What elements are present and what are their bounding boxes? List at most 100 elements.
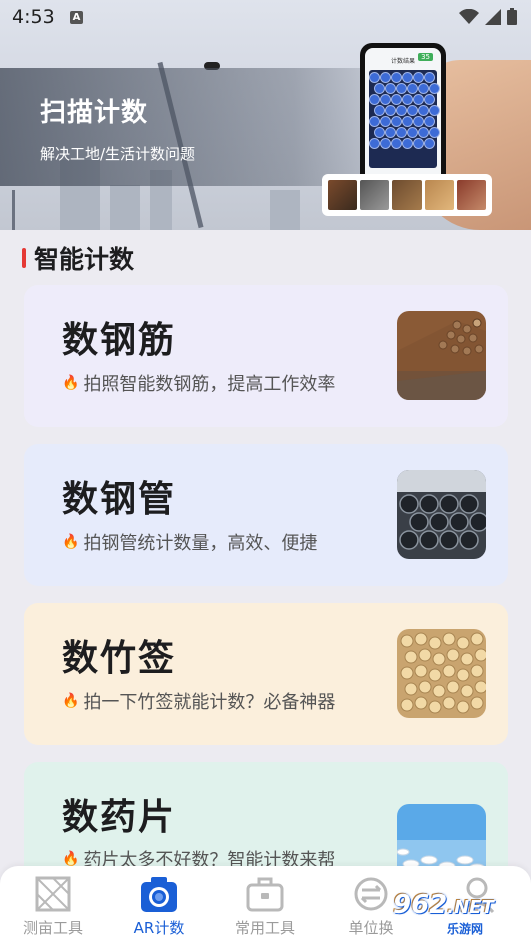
pipe-mark bbox=[385, 105, 396, 116]
app-notification-icon: A bbox=[70, 11, 83, 24]
sample-thumbnail bbox=[424, 180, 454, 210]
pipe-mark bbox=[380, 116, 391, 127]
pipe-mark bbox=[402, 116, 413, 127]
pipe-grid bbox=[369, 70, 440, 168]
count-rebar-card[interactable]: 数钢筋 🔥 拍照智能数钢筋，提高工作效率 bbox=[24, 285, 508, 427]
pipe-mark bbox=[369, 138, 380, 149]
pipe-mark bbox=[429, 127, 440, 138]
phone-count-badge: 35 bbox=[418, 53, 433, 61]
pipe-mark bbox=[418, 105, 429, 116]
pipe-mark bbox=[402, 72, 413, 83]
section-accent-bar bbox=[22, 248, 26, 268]
banner-subtitle: 解决工地/生活计数问题 bbox=[40, 145, 196, 163]
sample-thumbnail bbox=[392, 180, 422, 210]
pipe-mark bbox=[424, 138, 435, 149]
pipe-mark bbox=[413, 138, 424, 149]
pipe-mark bbox=[413, 94, 424, 105]
watermark-logo-number: 962 bbox=[393, 890, 448, 920]
pipe-mark bbox=[418, 83, 429, 94]
background-building bbox=[270, 190, 300, 230]
pipe-mark bbox=[418, 127, 429, 138]
nav-item-ar-count[interactable]: AR计数 bbox=[106, 866, 212, 944]
status-bar: 4:53 A bbox=[0, 0, 531, 36]
pipe-mark bbox=[396, 83, 407, 94]
pipe-mark bbox=[374, 105, 385, 116]
card-title: 数药片 bbox=[62, 797, 177, 838]
pipe-mark bbox=[391, 94, 402, 105]
nav-label: 常用工具 bbox=[234, 919, 295, 937]
pipe-mark bbox=[424, 116, 435, 127]
sample-thumbnail bbox=[328, 180, 358, 210]
card-description: 🔥 拍一下竹签就能计数？必备神器 bbox=[62, 688, 335, 714]
pipe-mark bbox=[402, 94, 413, 105]
nav-item-common-tools[interactable]: 常用工具 bbox=[212, 866, 318, 944]
card-description: 🔥 拍钢管统计数量，高效、便捷 bbox=[62, 529, 317, 555]
sample-thumbnail bbox=[456, 180, 487, 210]
flame-icon: 🔥 bbox=[62, 851, 80, 867]
battery-icon bbox=[507, 8, 517, 25]
pipe-mark bbox=[391, 72, 402, 83]
card-description-text: 拍钢管统计数量，高效、便捷 bbox=[83, 533, 318, 554]
count-bamboo-stick-card[interactable]: 数竹签 🔥 拍一下竹签就能计数？必备神器 bbox=[24, 603, 508, 745]
pipe-mark bbox=[429, 83, 440, 94]
flame-icon: 🔥 bbox=[62, 693, 80, 709]
pipe-mark bbox=[385, 83, 396, 94]
pipe-mark bbox=[396, 105, 407, 116]
pipe-mark bbox=[380, 94, 391, 105]
watermark-subtitle: 乐游网 bbox=[445, 920, 486, 937]
pipe-mark bbox=[374, 127, 385, 138]
system-icons bbox=[459, 8, 517, 25]
card-description-text: 拍一下竹签就能计数？必备神器 bbox=[83, 692, 336, 713]
count-pill-card[interactable]: 数药片 🔥 药片太多不好数？智能计数来帮 bbox=[24, 762, 508, 882]
nav-item-field-measure[interactable]: 测亩工具 bbox=[0, 866, 106, 944]
signal-icon bbox=[485, 8, 501, 25]
flame-icon: 🔥 bbox=[62, 534, 80, 550]
card-description-text: 拍照智能数钢筋，提高工作效率 bbox=[83, 374, 336, 395]
section-title: 智能计数 bbox=[34, 245, 135, 274]
pipe-mark bbox=[413, 116, 424, 127]
pipe-mark bbox=[369, 72, 380, 83]
bamboo-stick-photo bbox=[397, 629, 486, 718]
card-title: 数钢筋 bbox=[62, 320, 177, 361]
pipe-mark bbox=[407, 127, 418, 138]
phone-screen: 计数结果 35 bbox=[365, 48, 441, 188]
pipe-mark bbox=[385, 127, 396, 138]
pipe-mark bbox=[380, 72, 391, 83]
pipe-mark bbox=[396, 127, 407, 138]
card-title: 数竹签 bbox=[62, 638, 177, 679]
pipe-mark bbox=[407, 105, 418, 116]
pipe-mark bbox=[380, 138, 391, 149]
pipe-mark bbox=[429, 105, 440, 116]
flame-icon: 🔥 bbox=[62, 375, 80, 391]
pipe-mark bbox=[424, 94, 435, 105]
card-description: 🔥 拍照智能数钢筋，提高工作效率 bbox=[62, 370, 335, 396]
wifi-icon bbox=[459, 8, 479, 24]
section-heading: 智能计数 bbox=[22, 242, 134, 274]
nav-label: 测亩工具 bbox=[22, 919, 83, 937]
pipe-mark bbox=[391, 138, 402, 149]
pipe-mark bbox=[413, 72, 424, 83]
watermark-logo-tld: .NET bbox=[447, 897, 494, 918]
unit-convert-icon bbox=[354, 877, 388, 911]
status-time: 4:53 bbox=[12, 6, 55, 28]
camera-icon bbox=[141, 877, 177, 912]
phone-illustration: 计数结果 35 bbox=[360, 43, 446, 193]
sample-thumbnail bbox=[360, 180, 390, 210]
pipe-mark bbox=[407, 83, 418, 94]
background-building bbox=[110, 185, 140, 230]
count-steel-pipe-card[interactable]: 数钢管 🔥 拍钢管统计数量，高效、便捷 bbox=[24, 444, 508, 586]
rebar-photo bbox=[397, 311, 486, 400]
banner-title: 扫描计数 bbox=[40, 98, 149, 128]
pipe-mark bbox=[369, 94, 380, 105]
pipe-mark bbox=[374, 83, 385, 94]
steel-pipe-photo bbox=[397, 470, 486, 559]
pipe-mark bbox=[424, 72, 435, 83]
sample-thumbnails bbox=[322, 174, 492, 216]
card-title: 数钢管 bbox=[62, 479, 177, 520]
toolbox-icon bbox=[246, 877, 284, 912]
watermark-logo: 962.NET bbox=[393, 890, 494, 920]
crane-silhouette bbox=[12, 190, 15, 230]
pipe-mark bbox=[369, 116, 380, 127]
site-watermark: 962.NET 乐游网 bbox=[393, 884, 531, 937]
pipe-mark bbox=[391, 116, 402, 127]
